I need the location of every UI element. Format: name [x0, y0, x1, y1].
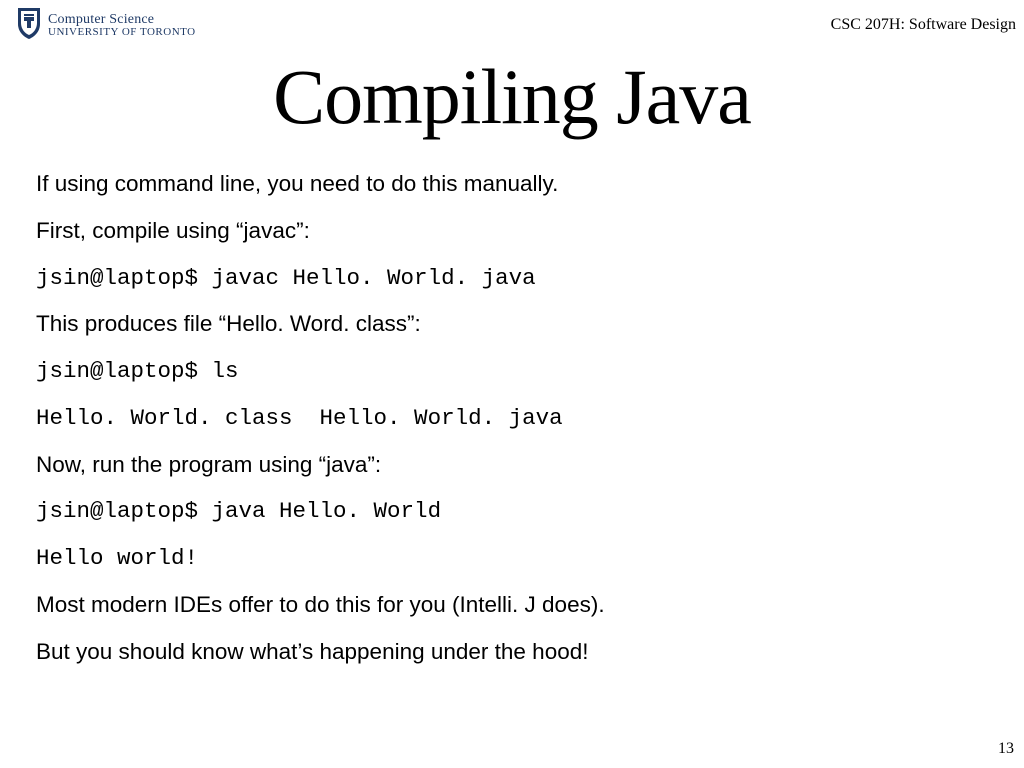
slide-header: Computer Science University of Toronto C… — [0, 0, 1024, 48]
slide-title: Compiling Java — [0, 52, 1024, 142]
terminal-line: jsin@laptop$ javac Hello. World. java — [36, 266, 988, 291]
terminal-line: Hello. World. class Hello. World. java — [36, 406, 988, 431]
shield-icon — [16, 6, 42, 45]
paragraph: If using command line, you need to do th… — [36, 172, 988, 197]
paragraph: Most modern IDEs offer to do this for yo… — [36, 593, 988, 618]
logo-university: University of Toronto — [48, 27, 196, 38]
paragraph: This produces file “Hello. Word. class”: — [36, 312, 988, 337]
paragraph: Now, run the program using “java”: — [36, 453, 988, 478]
institution-logo: Computer Science University of Toronto — [16, 6, 196, 45]
terminal-line: jsin@laptop$ ls — [36, 359, 988, 384]
logo-dept: Computer Science — [48, 13, 196, 27]
course-title: CSC 207H: Software Design — [831, 16, 1016, 34]
slide-body: If using command line, you need to do th… — [36, 172, 988, 738]
terminal-line: Hello world! — [36, 546, 988, 571]
page-number: 13 — [998, 740, 1014, 758]
terminal-line: jsin@laptop$ java Hello. World — [36, 499, 988, 524]
paragraph: But you should know what’s happening und… — [36, 640, 988, 665]
paragraph: First, compile using “javac”: — [36, 219, 988, 244]
